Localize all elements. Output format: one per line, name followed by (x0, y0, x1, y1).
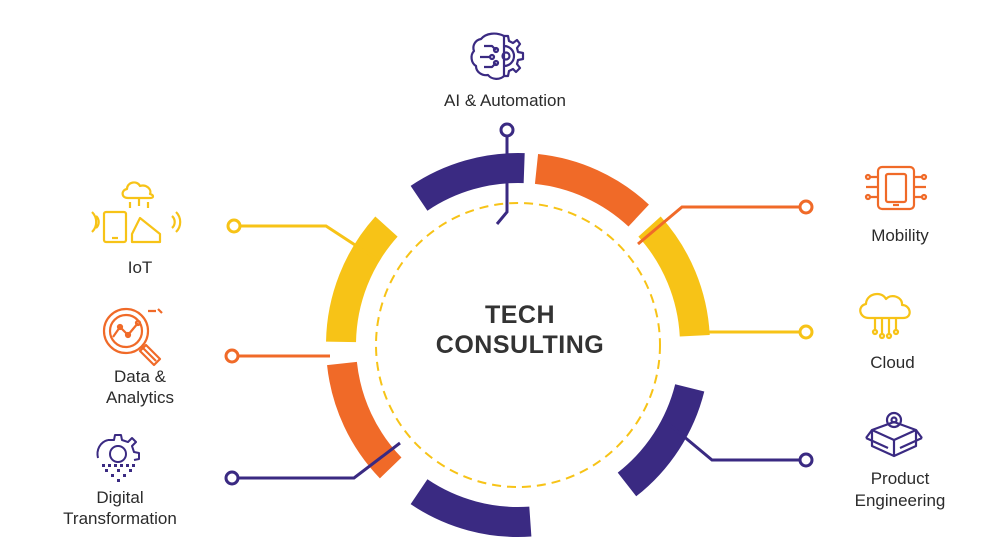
connector-dot-iot (226, 218, 242, 234)
mobile-circuit-icon (864, 165, 928, 211)
connector-dot-product (798, 452, 814, 468)
ring-segment-digital (410, 479, 532, 537)
ring-segment-product (617, 384, 705, 497)
label-ai-automation: AI & Automation (444, 91, 566, 110)
label-digital-line1: Digital (96, 488, 144, 507)
label-product-line1: Product (870, 469, 930, 488)
label-digital-line2: Transformation (63, 509, 177, 528)
label-cloud: Cloud (870, 353, 915, 372)
connector-dot-mobility (798, 199, 814, 215)
ring-segment-mobility (534, 154, 649, 227)
label-iot: IoT (127, 258, 153, 277)
connector-dot-cloud (798, 324, 814, 340)
label-data-line1: Data & (114, 367, 166, 386)
brain-gear-icon (470, 32, 525, 80)
center-title-line2: CONSULTING (435, 331, 605, 359)
ring-segment-iot (326, 216, 398, 343)
cloud-network-icon (859, 292, 911, 340)
label-product-line2: Engineering (854, 491, 946, 510)
box-gear-icon (865, 411, 923, 458)
connector-dot-ai (499, 122, 515, 138)
gear-pixels-icon (96, 434, 140, 482)
connector-dot-data (224, 348, 240, 364)
iot-home-device-icon (91, 181, 182, 244)
ring-segment-data (327, 361, 402, 479)
center-title-line1: TECH (484, 301, 556, 329)
magnifier-chart-icon (102, 307, 163, 367)
connector-dot-digital (224, 470, 240, 486)
label-mobility: Mobility (871, 226, 929, 245)
label-data-line2: Analytics (105, 388, 175, 407)
